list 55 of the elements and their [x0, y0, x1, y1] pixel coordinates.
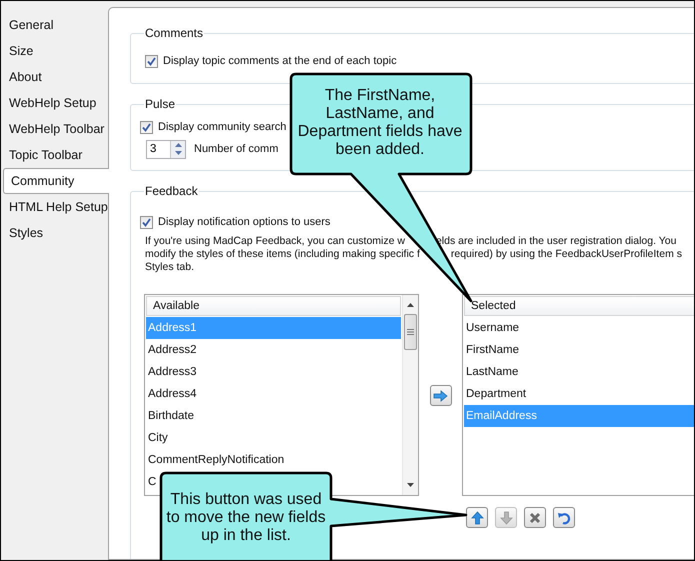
arrow-down-icon — [500, 510, 512, 524]
sidebar-tab[interactable]: Size — [1, 38, 108, 64]
callout-text: The FirstName, LastName, and Department fields have been added. — [296, 87, 464, 159]
sidebar-tab[interactable]: WebHelp Setup — [1, 90, 108, 116]
column-header[interactable]: Available — [146, 296, 401, 316]
checkmark-icon — [147, 56, 156, 66]
add-button[interactable] — [430, 385, 452, 406]
field-list[interactable]: Selected Username FirstName LastName Department EmailAddress — [462, 294, 694, 496]
arrow-right-icon — [433, 390, 448, 402]
sidebar-tab[interactable]: About — [1, 64, 108, 90]
undo-icon — [557, 510, 571, 524]
column-header[interactable]: Selected — [464, 296, 694, 316]
list-item[interactable]: Address4 — [146, 383, 199, 405]
spinner-value: 3 — [149, 143, 158, 155]
checkbox-label: Display topic comments at the end of each topic — [163, 55, 397, 67]
description-text: If you're using MadCap Feedback, you can customize w — [145, 234, 405, 246]
list-item[interactable]: Username — [464, 317, 522, 339]
group-title: Feedback — [144, 184, 199, 198]
sidebar-tab[interactable]: Topic Toolbar — [1, 142, 108, 168]
list-item[interactable]: C — [146, 471, 158, 493]
up-button[interactable] — [466, 507, 488, 528]
scroll-down-icon — [407, 483, 414, 487]
checkbox-label: Display notification options to users — [158, 216, 330, 228]
undo-button[interactable] — [553, 507, 575, 528]
checkbox[interactable] — [140, 216, 153, 228]
sidebar-tab[interactable]: WebHelp Toolbar — [1, 116, 108, 142]
list-item[interactable]: City — [146, 427, 170, 449]
checkbox[interactable] — [140, 120, 153, 134]
scrollbar[interactable] — [402, 295, 418, 495]
checkmark-icon — [142, 122, 151, 132]
checkbox[interactable] — [145, 54, 158, 68]
checkbox-label: Display community search — [158, 121, 286, 133]
list-item[interactable]: Department — [464, 383, 528, 405]
grip-icon — [407, 329, 414, 335]
number-spinner[interactable]: 3 — [146, 140, 186, 158]
list-item[interactable]: Address3 — [146, 361, 199, 383]
checkmark-icon — [142, 218, 151, 226]
sidebar-tab[interactable]: HTML Help Setup — [1, 194, 108, 220]
sidebar-tab[interactable]: Styles — [1, 220, 108, 246]
sidebar-tab[interactable]: Community — [3, 168, 109, 194]
arrow-up-icon — [470, 510, 484, 524]
description-text: modify the styles of these items (including making specific f — [145, 248, 420, 260]
description-text: Styles tab. — [145, 260, 194, 272]
remove-button[interactable] — [524, 507, 546, 528]
spinner-label: Number of comm — [194, 143, 278, 155]
group-title: Pulse — [144, 97, 176, 111]
sidebar-tab[interactable]: General — [1, 12, 108, 38]
list-item[interactable]: FirstName — [464, 339, 522, 361]
list-item[interactable]: Address2 — [146, 339, 199, 361]
list-item[interactable]: Birthdate — [146, 405, 196, 427]
group-title: Comments — [144, 26, 204, 40]
list-item[interactable]: LastName — [464, 361, 520, 383]
description-text: required) by using the FeedbackUserProfileItem s — [450, 248, 682, 260]
x-icon — [529, 512, 541, 524]
list-item[interactable]: CommentReplyNotification — [146, 449, 286, 471]
